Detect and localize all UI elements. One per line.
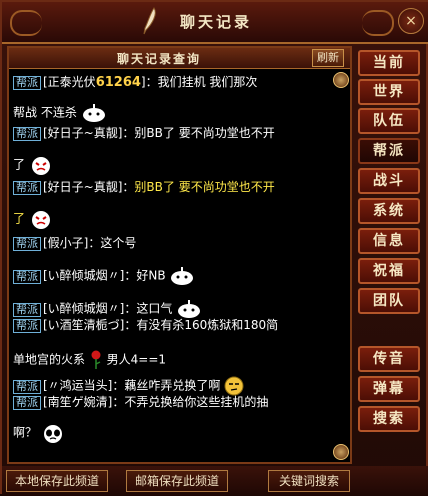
sender-name[interactable]: [い酒笙清栀づ]： <box>43 318 136 332</box>
sender-name[interactable]: [好日子~真靓]： <box>43 180 134 194</box>
window-title: 聊天记录 <box>179 13 252 31</box>
sender-number: 61264 <box>95 75 141 90</box>
message-text: 藕丝咋弄兑换了啊 <box>124 378 221 393</box>
sender-name[interactable]: [南笙ゲ婉清]： <box>43 395 124 409</box>
message-continuation: 啊？ <box>13 422 65 444</box>
message-row: 帮派 [南笙ゲ婉清]：不弄兑换给你这些挂机的抽 <box>13 396 268 410</box>
message-continuation: 单地宫的火系 男人4==1 <box>13 350 166 370</box>
channel-tag[interactable]: 帮派 <box>13 127 41 141</box>
channel-button-danmaku[interactable]: 弹幕 <box>358 376 420 402</box>
message-row: 帮派 [い醉倾城烟〃]：好NB <box>13 266 195 286</box>
close-button[interactable]: × <box>398 8 424 34</box>
message-text: 这口气 <box>136 301 173 316</box>
title-bar[interactable]: 聊天记录 × <box>2 2 428 44</box>
channel-tag[interactable]: 帮派 <box>13 237 41 251</box>
message-continuation: 了 <box>13 208 53 230</box>
message-list[interactable]: 帮派 [正泰光伏61264]：我们挂机 我们那次 帮战 不连杀 帮派 [好日子~真靓… <box>13 70 333 460</box>
ghost-emote-icon <box>82 104 105 122</box>
sender-name[interactable]: [〃鸿运当头]： <box>43 379 124 393</box>
channel-button-system[interactable]: 系统 <box>358 198 420 224</box>
message-row: 帮派 [好日子~真靓]：别BB了 要不尚功堂也不开 <box>13 181 275 195</box>
angry-emote-icon <box>31 157 50 175</box>
scroll-up-icon[interactable] <box>333 72 349 88</box>
message-row: 帮派 [假小子]：这个号 <box>13 237 136 251</box>
chat-header-title: 聊天记录查询 <box>116 52 201 66</box>
channel-button-search[interactable]: 搜索 <box>358 406 420 432</box>
ghost-emote-icon <box>171 267 194 285</box>
save-local-button[interactable]: 本地保存此频道 <box>6 470 108 492</box>
channel-tag[interactable]: 帮派 <box>13 181 41 195</box>
message-row: 帮派 [好日子~真靓]：别BB了 要不尚功堂也不开 <box>13 127 275 141</box>
rose-emote-icon <box>91 350 101 369</box>
channel-button-battle[interactable]: 战斗 <box>358 168 420 194</box>
message-text: ]：我们挂机 我们那次 <box>140 75 258 89</box>
message-row: 帮派 [〃鸿运当头]：藕丝咋弄兑换了啊 <box>13 376 244 396</box>
message-row: 帮派 [い酒笙清栀づ]：有没有杀160炼狱和180简 <box>13 319 278 333</box>
channel-tag[interactable]: 帮派 <box>13 302 41 317</box>
refresh-button[interactable]: 刷新 <box>312 49 344 67</box>
scroll-down-icon[interactable] <box>333 444 349 460</box>
ghost-emote-icon <box>178 300 201 318</box>
message-text: 别BB了 要不尚功堂也不开 <box>134 126 275 140</box>
message-text: 单地宫的火系 <box>13 352 86 367</box>
channel-button-group[interactable]: 团队 <box>358 288 420 314</box>
panda-emote-icon <box>43 425 62 443</box>
channel-button-current[interactable]: 当前 <box>358 50 420 76</box>
save-mail-button[interactable]: 邮箱保存此频道 <box>126 470 228 492</box>
chat-header: 聊天记录查询 刷新 <box>9 48 350 69</box>
channel-tag[interactable]: 帮派 <box>13 319 41 333</box>
message-continuation: 帮战 不连杀 <box>13 103 107 123</box>
channel-tag[interactable]: 帮派 <box>13 76 41 90</box>
angry-emote-icon <box>31 211 50 229</box>
sender-name[interactable]: [好日子~真靓]： <box>43 126 134 140</box>
message-text: 这个号 <box>100 236 137 250</box>
chat-log-window: 聊天记录 × 聊天记录查询 刷新 帮派 [正泰光伏61264]：我们挂机 我们那次… <box>0 0 428 496</box>
message-text: 啊？ <box>13 425 38 440</box>
channel-button-blessing[interactable]: 祝福 <box>358 258 420 284</box>
channel-button-guild[interactable]: 帮派 <box>358 138 420 164</box>
message-text: 了 <box>13 157 26 172</box>
channel-tag[interactable]: 帮派 <box>13 379 41 394</box>
sender-name[interactable]: [假小子]： <box>43 236 100 250</box>
keyword-search-button[interactable]: 关键词搜索 <box>268 470 350 492</box>
message-continuation: 了 <box>13 154 53 176</box>
bottom-toolbar: 本地保存此频道 邮箱保存此频道 关键词搜索 <box>2 466 428 496</box>
sender-name[interactable]: [正泰光伏 <box>43 75 96 89</box>
message-text: 不弄兑换给你这些挂机的抽 <box>124 395 269 409</box>
channel-tag[interactable]: 帮派 <box>13 396 41 410</box>
channel-tag[interactable]: 帮派 <box>13 269 41 284</box>
message-row: 帮派 [い醉倾城烟〃]：这口气 <box>13 299 202 319</box>
message-text: 好NB <box>136 268 166 283</box>
message-row: 帮派 [正泰光伏61264]：我们挂机 我们那次 <box>13 76 257 90</box>
message-text: 帮战 不连杀 <box>13 105 77 120</box>
channel-button-info[interactable]: 信息 <box>358 228 420 254</box>
message-text: 有没有杀160炼狱和180简 <box>136 318 279 332</box>
message-text: 男人4==1 <box>106 352 167 367</box>
sender-name[interactable]: [い醉倾城烟〃]： <box>43 269 136 283</box>
channel-button-team[interactable]: 队伍 <box>358 108 420 134</box>
message-text: 了 <box>13 211 26 226</box>
channel-button-world[interactable]: 世界 <box>358 79 420 105</box>
message-text: 别BB了 要不尚功堂也不开 <box>134 180 275 194</box>
smirk-emote-icon <box>224 376 244 396</box>
channel-button-whisper[interactable]: 传音 <box>358 346 420 372</box>
sender-name[interactable]: [い醉倾城烟〃]： <box>43 302 136 316</box>
chat-panel: 聊天记录查询 刷新 帮派 [正泰光伏61264]：我们挂机 我们那次 帮战 不连杀… <box>7 46 352 464</box>
